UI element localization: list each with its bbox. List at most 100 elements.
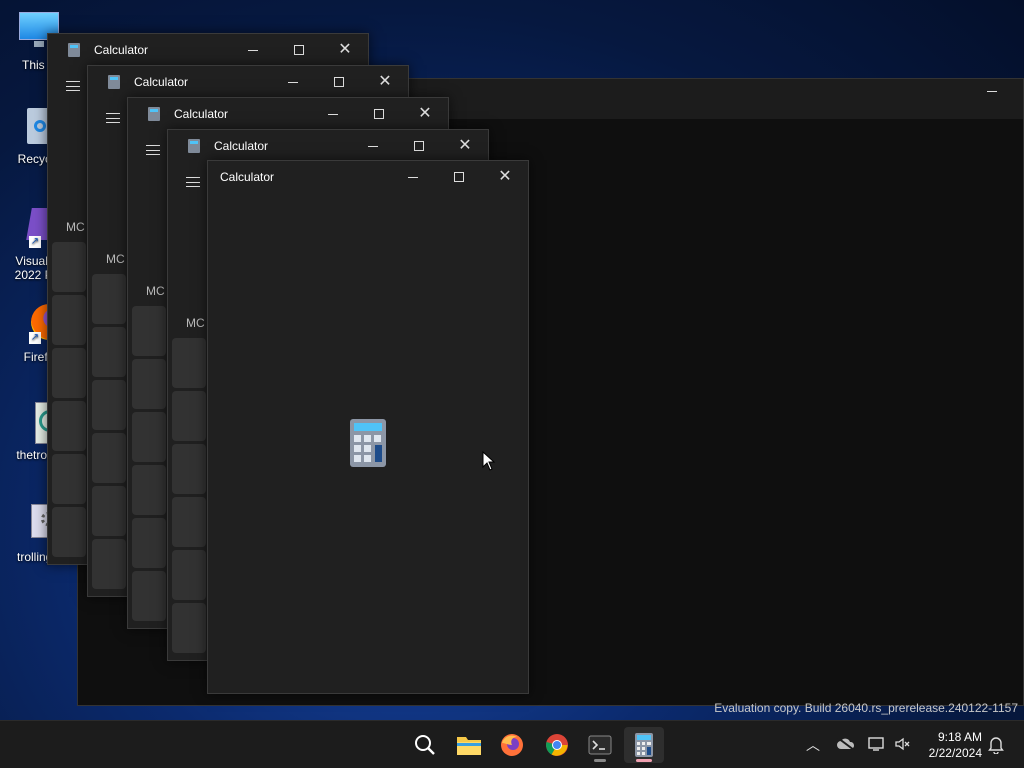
minimize-button[interactable] [230, 34, 276, 66]
maximize-button[interactable] [276, 34, 322, 66]
minimize-button[interactable] [390, 161, 436, 193]
keypad-key[interactable] [92, 539, 126, 589]
keypad-column [52, 242, 86, 560]
minimize-icon [368, 145, 378, 147]
keypad-key[interactable] [172, 603, 206, 653]
navigation-menu-icon[interactable] [106, 113, 120, 123]
keypad-key[interactable] [172, 444, 206, 494]
keypad-column [172, 338, 206, 656]
navigation-menu-icon[interactable] [66, 81, 80, 91]
maximize-button[interactable] [316, 66, 362, 98]
calculator-titlebar[interactable]: Calculator ✕ [88, 66, 408, 98]
keypad-key[interactable] [52, 295, 86, 345]
calculator-titlebar[interactable]: Calculator ✕ [48, 34, 368, 66]
minimize-icon [248, 49, 258, 51]
maximize-button[interactable] [356, 98, 402, 130]
close-button[interactable]: ✕ [442, 130, 488, 162]
terminal-icon [588, 735, 612, 755]
minimize-icon [288, 81, 298, 83]
volume-muted-icon[interactable] [894, 736, 916, 755]
taskbar-calculator[interactable] [624, 727, 664, 763]
minimize-icon [408, 176, 418, 178]
calculator-titlebar[interactable]: Calculator ✕ [168, 130, 488, 162]
evaluation-watermark: Evaluation copy. Build 26040.rs_prerelea… [714, 701, 1018, 715]
keypad-key[interactable] [132, 306, 166, 356]
maximize-button[interactable] [396, 130, 442, 162]
calculator-app-icon [188, 139, 200, 153]
calculator-splash-icon [350, 419, 386, 467]
notifications-bell-icon[interactable] [988, 721, 1004, 768]
keypad-key[interactable] [172, 550, 206, 600]
memory-clear-button[interactable]: MC [66, 220, 85, 234]
keypad-key[interactable] [52, 242, 86, 292]
maximize-icon [294, 45, 304, 55]
close-button[interactable]: ✕ [322, 34, 368, 66]
close-button[interactable]: ✕ [402, 98, 448, 130]
keypad-key[interactable] [92, 486, 126, 536]
keypad-key[interactable] [132, 465, 166, 515]
keypad-key[interactable] [92, 274, 126, 324]
calculator-titlebar[interactable]: Calculator ✕ [128, 98, 448, 130]
keypad-key[interactable] [52, 401, 86, 451]
navigation-menu-icon[interactable] [186, 177, 200, 187]
system-tray: ︿ [804, 721, 916, 768]
minimize-button[interactable] [350, 130, 396, 162]
memory-clear-button[interactable]: MC [146, 284, 165, 298]
keypad-key[interactable] [172, 497, 206, 547]
calculator-titlebar[interactable]: Calculator ✕ [208, 161, 528, 193]
keypad-key[interactable] [92, 380, 126, 430]
minimize-button[interactable] [310, 98, 356, 130]
keypad-key[interactable] [132, 359, 166, 409]
taskbar-chrome[interactable] [537, 727, 577, 763]
keypad-key[interactable] [132, 412, 166, 462]
close-icon: ✕ [498, 168, 512, 185]
minimize-button[interactable] [270, 66, 316, 98]
taskbar-search-button[interactable] [405, 727, 445, 763]
maximize-icon [454, 172, 464, 182]
keypad-key[interactable] [132, 518, 166, 568]
keypad-key[interactable] [172, 391, 206, 441]
show-hidden-icons-chevron-icon[interactable]: ︿ [804, 735, 822, 755]
calculator-app-icon [148, 107, 160, 121]
running-indicator [594, 759, 606, 762]
search-icon [415, 735, 435, 755]
window-title: Calculator [94, 43, 149, 57]
network-icon[interactable] [868, 736, 890, 755]
taskbar-clock[interactable]: 9:18 AM 2/22/2024 [929, 729, 982, 761]
clock-date: 2/22/2024 [928, 746, 982, 760]
taskbar-file-explorer[interactable] [449, 727, 489, 763]
keypad-key[interactable] [92, 327, 126, 377]
keypad-key[interactable] [172, 338, 206, 388]
close-icon: ✕ [458, 137, 472, 154]
maximize-button[interactable] [436, 161, 482, 193]
maximize-icon [334, 77, 344, 87]
keypad-key[interactable] [92, 433, 126, 483]
close-button[interactable]: ✕ [362, 66, 408, 98]
memory-clear-button[interactable]: MC [106, 252, 125, 266]
chrome-icon [546, 734, 568, 756]
keypad-key[interactable] [52, 454, 86, 504]
minimize-icon[interactable] [987, 91, 997, 92]
keypad-key[interactable] [52, 348, 86, 398]
minimize-icon [328, 113, 338, 115]
firefox-icon [501, 734, 523, 756]
window-title: Calculator [174, 107, 229, 121]
clock-time: 9:18 AM [937, 730, 982, 744]
memory-clear-button[interactable]: MC [186, 316, 205, 330]
keypad-key[interactable] [132, 571, 166, 621]
window-title: Calculator [134, 75, 189, 89]
close-icon: ✕ [338, 41, 352, 58]
close-icon: ✕ [418, 105, 432, 122]
taskbar-firefox[interactable] [492, 727, 532, 763]
taskbar-terminal[interactable] [580, 727, 620, 763]
window-title: Calculator [220, 170, 275, 184]
maximize-icon [414, 141, 424, 151]
onedrive-offline-icon[interactable] [836, 736, 858, 754]
calculator-window-loading[interactable]: Calculator ✕ [207, 160, 529, 694]
folder-icon [457, 737, 481, 755]
close-button[interactable]: ✕ [482, 161, 528, 193]
navigation-menu-icon[interactable] [146, 145, 160, 155]
close-icon: ✕ [378, 73, 392, 90]
taskbar: ︿ 9:18 AM 2/22/2024 [0, 720, 1024, 768]
keypad-key[interactable] [52, 507, 86, 557]
